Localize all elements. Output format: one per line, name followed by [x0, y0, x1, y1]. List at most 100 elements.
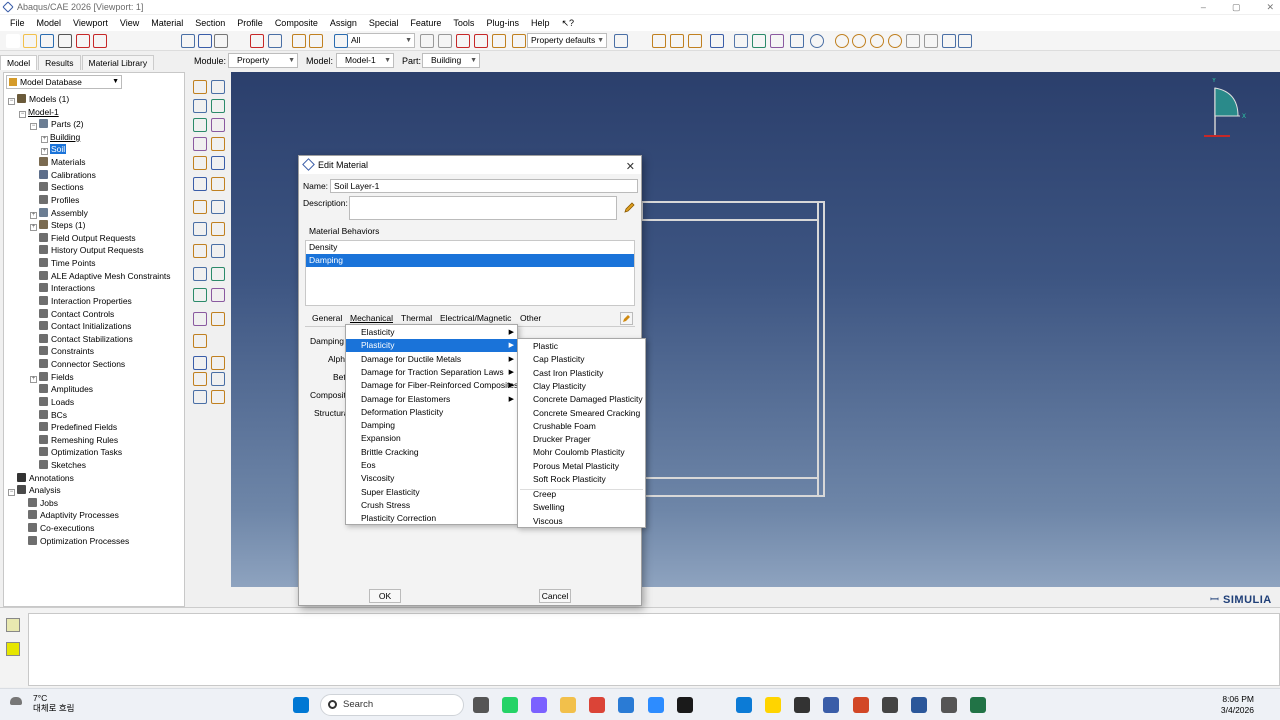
plasticity-menu-item[interactable]: Creep: [518, 488, 645, 501]
tree-node[interactable]: Remeshing Rules: [30, 434, 118, 446]
toolbar-tool-icon[interactable]: [76, 34, 90, 48]
plasticity-menu-item[interactable]: Viscous: [518, 515, 645, 528]
toolbar-tool-icon[interactable]: [770, 34, 784, 48]
tree-node[interactable]: Calibrations: [30, 169, 96, 181]
tab-model[interactable]: Model: [0, 55, 38, 70]
toolbox-tool-icon[interactable]: [193, 267, 207, 281]
tree-node[interactable]: Co-executions: [19, 522, 94, 534]
tree-node[interactable]: Materials: [30, 156, 85, 168]
plasticity-menu-item[interactable]: Mohr Coulomb Plasticity: [518, 446, 645, 459]
toolbar-tool-icon[interactable]: [198, 34, 212, 48]
toolbox-tool-icon[interactable]: [211, 312, 225, 326]
maximize-button[interactable]: ▢: [1232, 0, 1241, 14]
tree-node[interactable]: + Assembly: [30, 207, 88, 219]
python-console-icon[interactable]: [6, 642, 20, 656]
toolbar-tool-icon[interactable]: [670, 34, 684, 48]
toolbar-tool-icon[interactable]: [614, 34, 628, 48]
toolbox-tool-icon[interactable]: [211, 222, 225, 236]
toolbar-tool-icon[interactable]: [888, 34, 902, 48]
toolbar-tool-icon[interactable]: [835, 34, 849, 48]
menu-item-13[interactable]: Help: [525, 18, 556, 28]
mechanical-menu-item[interactable]: Expansion: [346, 432, 517, 445]
tree-node[interactable]: Sketches: [30, 459, 86, 471]
menu-item-10[interactable]: Feature: [404, 18, 447, 28]
close-window-button[interactable]: ✕: [1266, 0, 1274, 14]
mechanical-menu-item[interactable]: Eos: [346, 459, 517, 472]
plasticity-menu-item[interactable]: Soft Rock Plasticity: [518, 473, 645, 486]
toolbar-tool-icon[interactable]: [181, 34, 195, 48]
toolbar-tool-icon[interactable]: [250, 34, 264, 48]
toolbox-tool-icon[interactable]: [211, 244, 225, 258]
menu-item-4[interactable]: Material: [145, 18, 189, 28]
model-select[interactable]: Model-1 ▼: [336, 53, 394, 68]
toolbox-tool-icon[interactable]: [211, 118, 225, 132]
mechanical-menu-item[interactable]: Damage for Fiber-Reinforced Composites ▶: [346, 379, 518, 392]
tree-node[interactable]: Field Output Requests: [30, 232, 136, 244]
toolbox-tool-icon[interactable]: [193, 80, 207, 94]
toolbar-tool-icon[interactable]: [512, 34, 526, 48]
toolbox-tool-icon[interactable]: [193, 137, 207, 151]
menu-item-3[interactable]: View: [114, 18, 145, 28]
tree-node[interactable]: ALE Adaptive Mesh Constraints: [30, 270, 171, 282]
toolbox-tool-icon[interactable]: [193, 312, 207, 326]
toolbox-tool-icon[interactable]: [193, 99, 207, 113]
behavior-tab-mechanical[interactable]: Mechanical: [350, 313, 393, 323]
toolbox-tool-icon[interactable]: [211, 288, 225, 302]
material-name-input[interactable]: Soil Layer-1: [330, 179, 638, 193]
kakaotalk-icon[interactable]: [765, 697, 781, 713]
toolbox-tool-icon[interactable]: [211, 99, 225, 113]
toolbar-tool-icon[interactable]: [474, 34, 488, 48]
mechanical-menu-item[interactable]: Crush Stress: [346, 499, 517, 512]
mechanical-menu-item[interactable]: Plasticity Correction: [346, 512, 517, 525]
powerpoint-icon[interactable]: [853, 697, 869, 713]
mechanical-menu-item[interactable]: Damage for Traction Separation Laws ▶: [346, 366, 517, 379]
ok-button[interactable]: OK: [369, 589, 401, 603]
toolbox-tool-icon[interactable]: [211, 200, 225, 214]
toolbar-tool-icon[interactable]: [492, 34, 506, 48]
toolbar-tool-icon[interactable]: [268, 34, 282, 48]
plasticity-menu-item[interactable]: Concrete Damaged Plasticity: [518, 393, 645, 406]
toolbar-tool-icon[interactable]: [214, 34, 228, 48]
notepad-icon[interactable]: [882, 697, 898, 713]
task-view-icon[interactable]: [473, 697, 489, 713]
tree-expand-icon[interactable]: −: [8, 489, 15, 497]
selection-filter-select[interactable]: All ▼: [347, 33, 415, 48]
tree-node[interactable]: BCs: [30, 409, 67, 421]
tab-results[interactable]: Results: [38, 55, 81, 70]
tree-node[interactable]: Profiles: [30, 194, 79, 206]
whatsapp-icon[interactable]: [502, 697, 518, 713]
toolbar-tool-icon[interactable]: [870, 34, 884, 48]
tree-expand-icon[interactable]: +: [30, 224, 37, 232]
tree-node[interactable]: Annotations: [8, 472, 74, 484]
module-select[interactable]: Property ▼: [228, 53, 298, 68]
behavior-tab-other[interactable]: Other: [520, 313, 541, 323]
tree-node[interactable]: − Analysis: [8, 484, 61, 497]
weather-widget[interactable]: 7°C 대체로 흐림: [10, 693, 74, 713]
menu-item-14[interactable]: ↖?: [555, 18, 580, 29]
tree-expand-icon[interactable]: +: [41, 135, 48, 143]
menu-item-2[interactable]: Viewport: [67, 18, 114, 28]
outlook-icon[interactable]: [618, 697, 634, 713]
message-box[interactable]: [28, 613, 1280, 686]
toolbar-tool-icon[interactable]: [292, 34, 306, 48]
toolbar-tool-icon[interactable]: [309, 34, 323, 48]
plasticity-menu-item[interactable]: Cast Iron Plasticity: [518, 367, 645, 380]
toolbox-tool-icon[interactable]: [193, 222, 207, 236]
tree-node[interactable]: Optimization Tasks: [30, 446, 122, 458]
tree-expand-icon[interactable]: −: [19, 110, 26, 118]
mechanical-menu-item[interactable]: Elasticity ▶: [346, 326, 517, 339]
github-icon[interactable]: [941, 697, 957, 713]
toolbox-tool-icon[interactable]: [211, 156, 225, 170]
tree-node[interactable]: History Output Requests: [30, 244, 144, 256]
start-windows-icon[interactable]: [293, 697, 309, 713]
toolbar-tool-icon[interactable]: [334, 34, 348, 48]
abaqus-taskbar-icon[interactable]: [823, 697, 839, 713]
mechanical-menu-item[interactable]: Damping: [346, 419, 517, 432]
edge-icon[interactable]: [736, 697, 752, 713]
toolbar-tool-icon[interactable]: [23, 34, 37, 48]
menu-item-5[interactable]: Section: [189, 18, 231, 28]
behavior-item[interactable]: Damping: [306, 254, 634, 267]
toolbox-tool-icon[interactable]: [193, 334, 207, 348]
tree-node[interactable]: Predefined Fields: [30, 421, 117, 433]
toolbox-tool-icon[interactable]: [211, 356, 225, 370]
